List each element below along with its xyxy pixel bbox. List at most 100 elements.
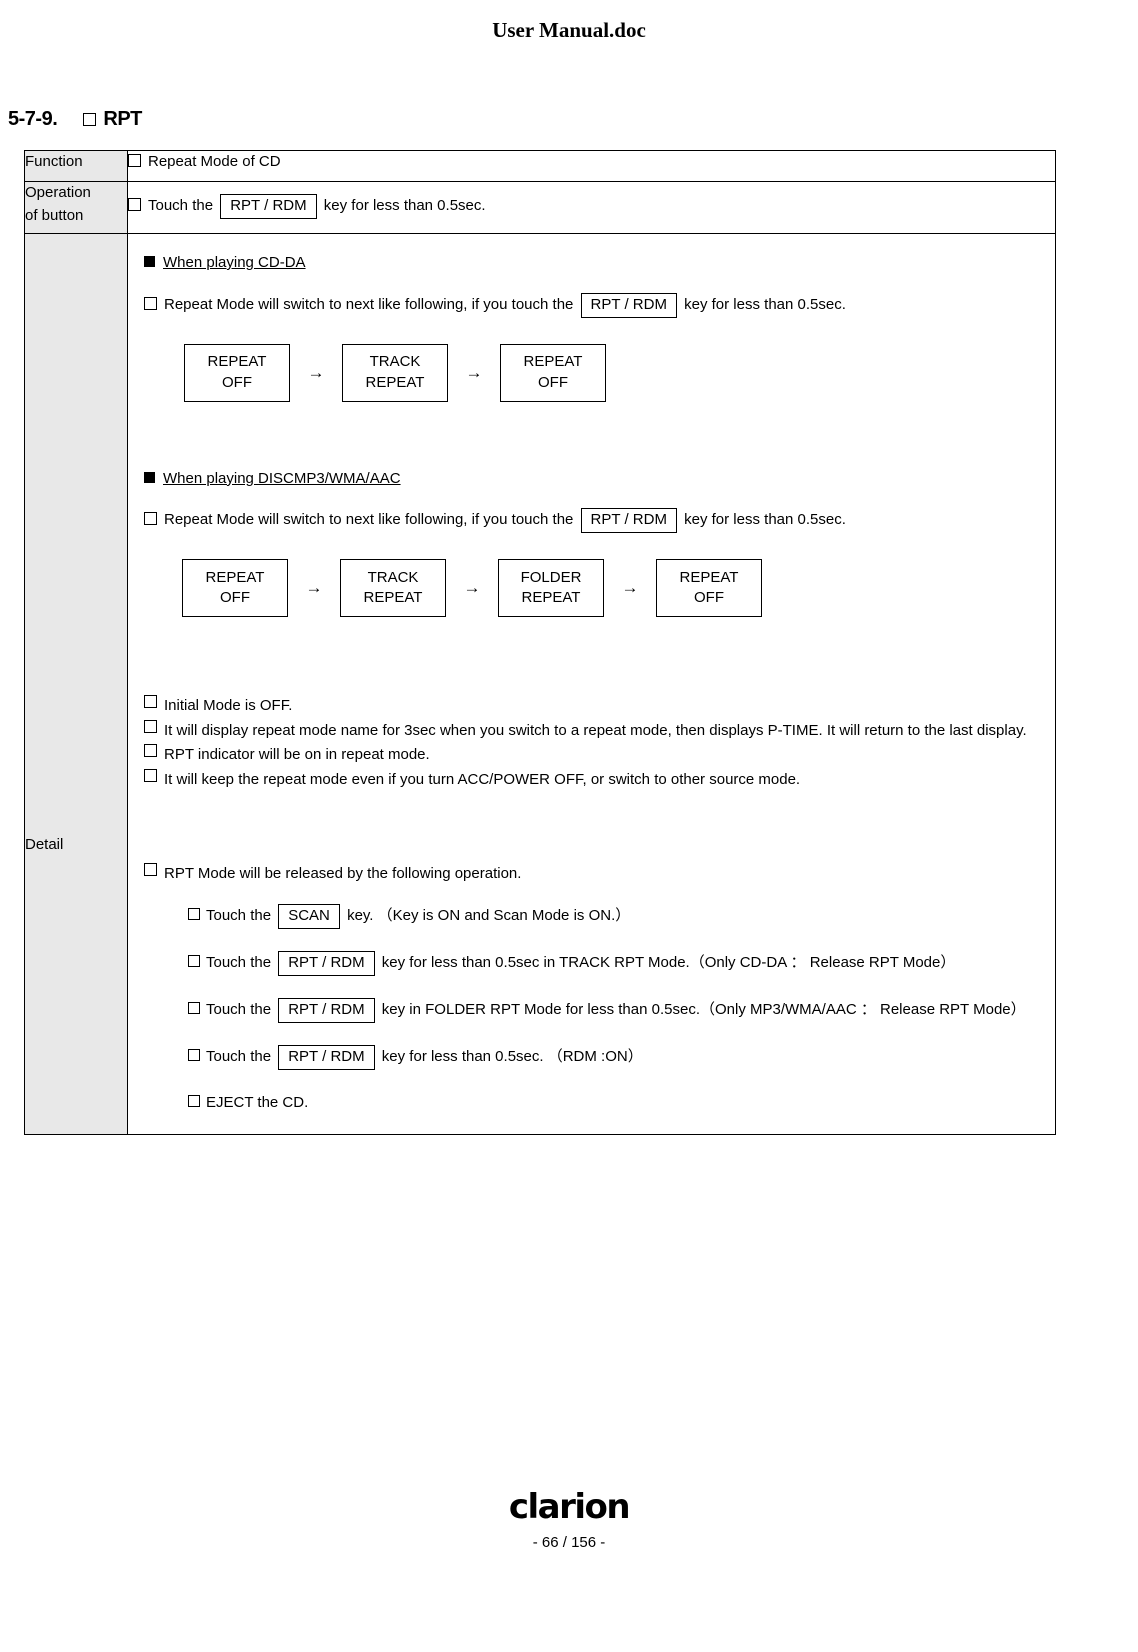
flow-box-line1: FOLDER (520, 568, 582, 586)
checkbox-icon (188, 1094, 200, 1107)
note-item: It will keep the repeat mode even if you… (144, 768, 1055, 792)
key-rpt-rdm: RPT / RDM (278, 997, 375, 1023)
flow-box: TRACK REPEAT (342, 343, 448, 402)
checkbox-icon (128, 198, 141, 211)
cdda-line-prefix: Repeat Mode will switch to next like fol… (164, 295, 574, 313)
flow-box-line2: OFF (538, 373, 568, 391)
detail-mp3-block: When playing DISCMP3/WMA/AAC Repeat Mode… (144, 468, 1055, 617)
checkbox-icon (188, 1048, 200, 1061)
checkbox-icon (144, 695, 157, 708)
release-suffix: key for less than 0.5sec in TRACK RPT Mo… (381, 953, 956, 971)
flow-box-line2: REPEAT (521, 589, 581, 606)
row-label-detail: Detail (24, 233, 128, 1135)
release-item-text: Touch the RPT / RDM key for less than 0.… (206, 1044, 1055, 1070)
checkbox-icon (188, 907, 200, 920)
checkbox-icon (144, 512, 157, 525)
footer-page-number: - 66 / 156 - (532, 1534, 606, 1551)
cdda-heading: When playing CD-DA (144, 252, 1055, 275)
checkbox-icon (144, 863, 157, 876)
row-value-function: Repeat Mode of CD (127, 150, 1056, 182)
spec-table: Function Repeat Mode of CD Operation of … (24, 150, 1056, 1135)
flow-box-line2: OFF (694, 589, 724, 606)
flow-arrow-icon: → (465, 362, 483, 382)
filled-square-icon (144, 471, 155, 483)
release-heading: RPT Mode will be released by the followi… (144, 863, 1055, 886)
function-text: Repeat Mode of CD (148, 153, 281, 170)
mp3-heading-text: When playing DISCMP3/WMA/AAC (163, 469, 401, 487)
flow-arrow-icon: → (621, 578, 639, 598)
flow-box-line2: REPEAT (365, 373, 425, 391)
key-scan: SCAN (278, 903, 340, 929)
checkbox-icon (128, 154, 141, 167)
flow-box: FOLDER REPEAT (498, 559, 604, 617)
detail-release-block: RPT Mode will be released by the followi… (144, 863, 1055, 1114)
checkbox-icon (188, 1001, 200, 1014)
cdda-description: Repeat Mode will switch to next like fol… (144, 292, 1055, 318)
note-item: Initial Mode is OFF. (144, 695, 1055, 718)
footer-logo: clarion (508, 1487, 631, 1527)
row-label-detail-text: Detail (25, 836, 64, 853)
cdda-line-suffix: key for less than 0.5sec. (684, 295, 846, 313)
note-text: It will display repeat mode name for 3se… (164, 721, 1027, 739)
section-number: 5-7-9. (8, 108, 58, 130)
release-prefix: Touch the (206, 953, 272, 971)
key-rpt-rdm: RPT / RDM (220, 194, 317, 219)
flow-box-line1: REPEAT (205, 568, 265, 586)
table-row-operation: Operation of button Touch the RPT / RDM … (24, 181, 1056, 234)
release-item: Touch the RPT / RDM key for less than 0.… (188, 1044, 1055, 1070)
checkbox-icon (188, 954, 200, 967)
note-text: It will keep the repeat mode even if you… (164, 770, 801, 788)
flow-box: REPEAT OFF (182, 559, 288, 617)
checkbox-icon (144, 296, 157, 310)
flow-arrow-icon: → (307, 362, 325, 382)
key-rpt-rdm: RPT / RDM (580, 508, 677, 533)
release-prefix: Touch the (206, 906, 272, 924)
cdda-flow-diagram: REPEAT OFF → TRACK REPEAT → REPEAT OFF (184, 343, 1055, 402)
note-item: It will display repeat mode name for 3se… (144, 719, 1055, 743)
flow-box-line1: REPEAT (207, 353, 267, 371)
mp3-line-suffix: key for less than 0.5sec. (684, 511, 846, 528)
release-item: EJECT the CD. (188, 1092, 1055, 1115)
release-item-text: Touch the RPT / RDM key for less than 0.… (206, 950, 1055, 976)
release-item: Touch the SCAN key. （Key is ON and Scan … (188, 903, 1055, 929)
release-suffix: key. （Key is ON and Scan Mode is ON.） (347, 906, 631, 924)
detail-notes-block: Initial Mode is OFF. It will display rep… (144, 695, 1055, 791)
note-text: Initial Mode is OFF. (164, 697, 293, 714)
note-item: RPT indicator will be on in repeat mode. (144, 744, 1055, 767)
section-title: RPT (103, 108, 142, 130)
row-label-operation: Operation of button (24, 181, 128, 234)
flow-box-line1: TRACK (367, 568, 419, 586)
release-suffix: key for less than 0.5sec. （RDM :ON） (381, 1047, 643, 1065)
release-item-text: Touch the SCAN key. （Key is ON and Scan … (206, 903, 1055, 929)
flow-arrow-icon: → (463, 578, 481, 598)
flow-arrow-icon: → (305, 578, 323, 598)
filled-square-icon (144, 256, 155, 267)
section-heading: 5-7-9. RPT (8, 108, 142, 131)
table-row-function: Function Repeat Mode of CD (24, 150, 1056, 182)
row-label-function: Function (24, 150, 128, 182)
operation-suffix: key for less than 0.5sec. (323, 197, 486, 214)
checkbox-icon (144, 744, 157, 757)
release-heading-text: RPT Mode will be released by the followi… (164, 865, 522, 882)
flow-box: REPEAT OFF (184, 343, 290, 402)
flow-box: REPEAT OFF (500, 343, 606, 402)
checkbox-icon (144, 719, 157, 733)
note-text: RPT indicator will be on in repeat mode. (164, 746, 430, 763)
mp3-flow-diagram: REPEAT OFF → TRACK REPEAT → FOLDER REPEA… (182, 559, 1055, 617)
flow-box-line2: REPEAT (363, 589, 423, 606)
release-item-text: Touch the RPT / RDM key in FOLDER RPT Mo… (206, 997, 1055, 1023)
release-item: Touch the RPT / RDM key for less than 0.… (188, 950, 1055, 976)
flow-box-line1: TRACK (369, 353, 421, 371)
release-item-text: EJECT the CD. (206, 1093, 309, 1111)
key-rpt-rdm: RPT / RDM (580, 292, 677, 318)
release-prefix: Touch the (206, 1000, 272, 1018)
mp3-description: Repeat Mode will switch to next like fol… (144, 508, 1055, 533)
release-item: Touch the RPT / RDM key in FOLDER RPT Mo… (188, 997, 1055, 1023)
page: User Manual.doc 5-7-9. RPT Function Repe… (0, 0, 1138, 1652)
key-rpt-rdm: RPT / RDM (278, 1044, 375, 1070)
flow-box-line2: OFF (222, 373, 252, 391)
mp3-line-prefix: Repeat Mode will switch to next like fol… (164, 511, 574, 528)
mp3-heading: When playing DISCMP3/WMA/AAC (144, 468, 1055, 491)
detail-cdda-block: When playing CD-DA Repeat Mode will swit… (144, 252, 1055, 402)
document-title: User Manual.doc (492, 18, 646, 42)
